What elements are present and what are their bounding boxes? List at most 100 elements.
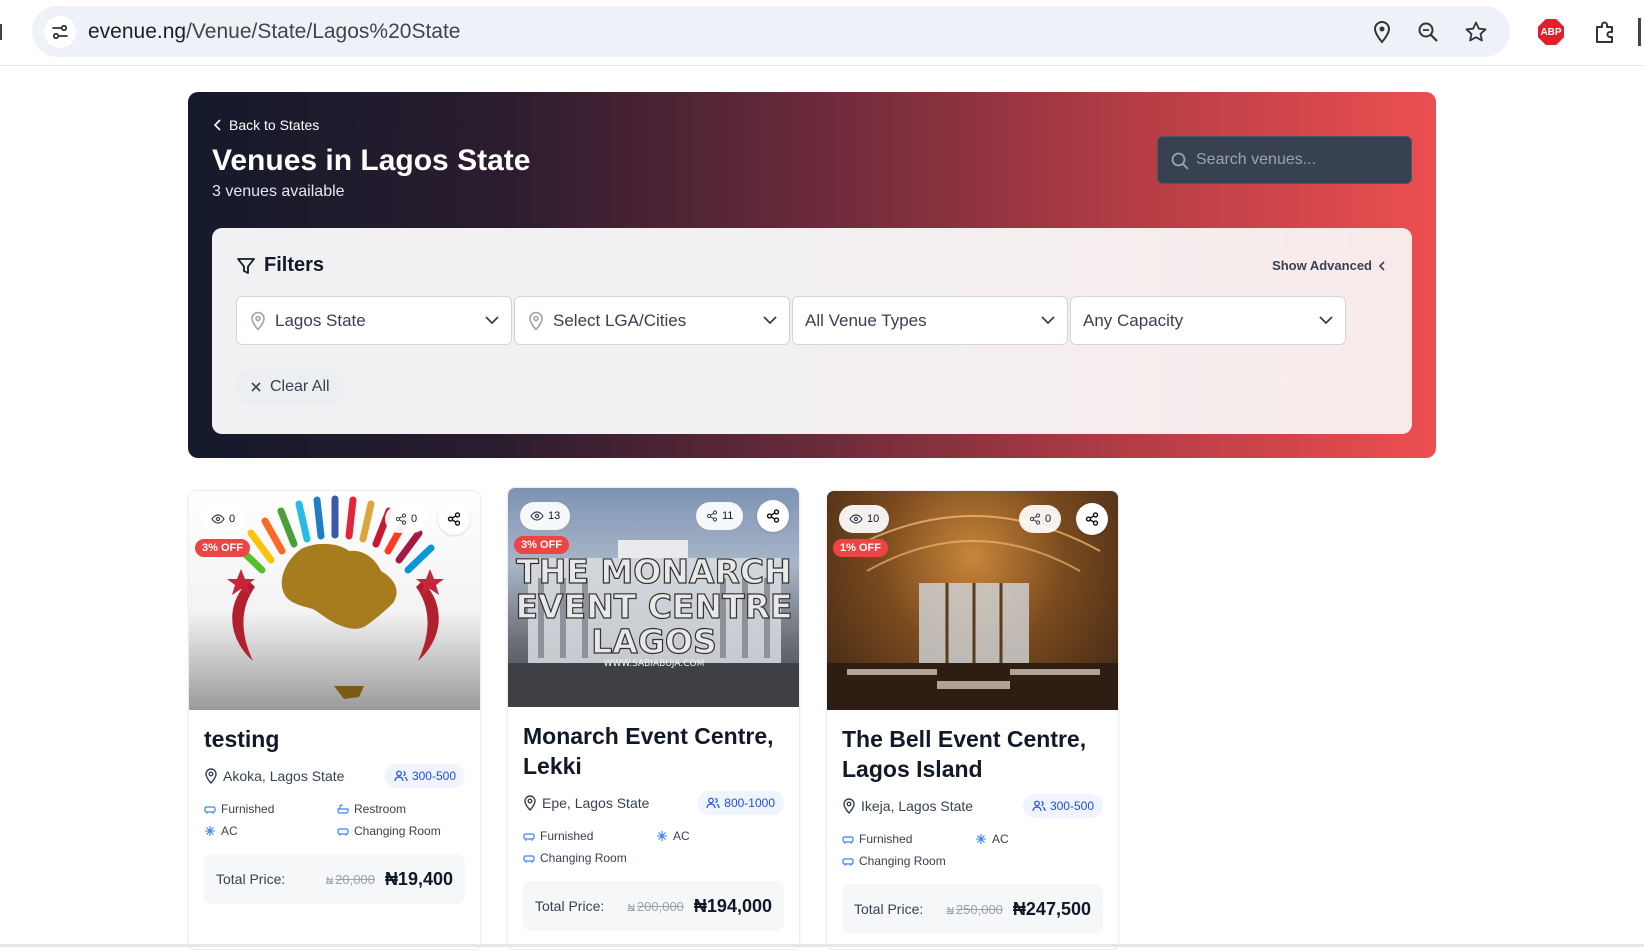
currency-symbol: ₦ — [627, 902, 635, 914]
views-count: 0 — [229, 513, 236, 525]
site-info-icon[interactable] — [44, 16, 76, 48]
venue-count: 3 venues available — [212, 183, 345, 200]
venue-card[interactable]: 0 0 3% OFF testing Akoka, Lagos State 30… — [188, 490, 481, 950]
zoom-icon[interactable] — [1414, 18, 1442, 46]
eye-icon — [849, 514, 863, 524]
window-edge — [1638, 18, 1644, 46]
venue-title[interactable]: The Bell Event Centre, Lagos Island — [842, 724, 1103, 784]
price-box: Total Price: ₦ 20,000 ₦19,400 — [204, 854, 465, 904]
views-count: 10 — [867, 513, 880, 525]
venue-image[interactable]: 10 0 1% OFF — [827, 491, 1118, 710]
amenity-item: Restroom — [337, 802, 470, 816]
shares-count: 0 — [1045, 513, 1052, 525]
shares-pill: 0 — [1019, 505, 1062, 533]
lga-select[interactable]: Select LGA/Cities — [514, 296, 790, 345]
eye-icon — [211, 514, 225, 524]
users-icon — [706, 797, 720, 809]
share-button[interactable] — [438, 503, 470, 535]
map-pin-icon — [527, 311, 545, 331]
views-count: 13 — [548, 510, 561, 522]
venue-type-select[interactable]: All Venue Types — [792, 296, 1068, 345]
venue-image[interactable]: THE MONARCH EVENT CENTRE LAGOS WWW.SABIA… — [508, 488, 799, 707]
shares-count: 11 — [722, 510, 734, 522]
old-price: ₦ 200,000 — [628, 899, 684, 914]
share-icon — [706, 510, 718, 522]
map-pin-icon — [249, 311, 267, 331]
currency-symbol: ₦ — [325, 875, 334, 887]
venue-card[interactable]: THE MONARCH EVENT CENTRE LAGOS WWW.SABIA… — [507, 487, 800, 950]
amenity-item: Changing Room — [523, 851, 656, 865]
views-pill: 10 — [839, 505, 890, 533]
amenity-label: Changing Room — [354, 824, 441, 838]
share-icon — [395, 513, 407, 525]
address-bar[interactable]: evenue.ng/Venue/State/Lagos%20State — [32, 6, 1510, 57]
adblock-label: ABP — [1538, 19, 1564, 45]
share-icon — [1029, 513, 1041, 525]
url-text[interactable]: evenue.ng/Venue/State/Lagos%20State — [88, 20, 460, 44]
filters-title: Filters — [264, 254, 325, 276]
shares-pill: 11 — [696, 502, 744, 530]
amenity-item: Changing Room — [337, 824, 470, 838]
venue-location: Akoka, Lagos State — [204, 768, 344, 784]
amenity-label: Furnished — [221, 802, 275, 816]
capacity-badge: 300-500 — [1022, 794, 1103, 818]
venue-title[interactable]: Monarch Event Centre, Lekki — [523, 721, 784, 781]
share-icon — [766, 509, 780, 523]
old-price-value: 20,000 — [335, 871, 375, 887]
adblock-icon[interactable]: ABP — [1536, 17, 1566, 47]
capacity-select[interactable]: Any Capacity — [1070, 296, 1346, 345]
venue-location: Ikeja, Lagos State — [842, 798, 973, 814]
image-caption-line: LAGOS — [591, 622, 716, 661]
share-icon — [447, 512, 461, 526]
show-advanced-toggle[interactable]: Show Advanced — [1272, 258, 1386, 273]
clear-all-button[interactable]: Clear All — [236, 368, 344, 406]
venue-title[interactable]: testing — [204, 724, 465, 754]
bookmark-star-icon[interactable] — [1462, 18, 1490, 46]
close-icon — [251, 382, 261, 392]
capacity-text: 800-1000 — [724, 796, 775, 810]
show-advanced-label: Show Advanced — [1272, 258, 1372, 273]
search-box[interactable] — [1157, 136, 1412, 184]
back-to-states-link[interactable]: Back to States — [213, 117, 319, 133]
sofa-icon — [842, 836, 854, 844]
browser-toolbar: evenue.ng/Venue/State/Lagos%20State ABP — [0, 0, 1644, 66]
snowflake-icon — [205, 826, 215, 836]
venue-location-text: Akoka, Lagos State — [223, 768, 345, 784]
amenities-list: Furnished AC Changing Room — [842, 832, 1103, 868]
venue-card[interactable]: 10 0 1% OFF The Bell Event Centre, Lagos… — [826, 490, 1119, 950]
users-icon — [1032, 800, 1046, 812]
amenity-item: Furnished — [523, 829, 656, 843]
share-button[interactable] — [1076, 503, 1108, 535]
search-icon — [1170, 151, 1190, 176]
venue-type-select-value: All Venue Types — [805, 310, 927, 330]
currency-symbol: ₦ — [946, 905, 954, 917]
location-icon[interactable] — [1368, 18, 1396, 46]
snowflake-icon — [657, 831, 667, 841]
amenity-item: AC — [656, 829, 789, 843]
sofa-icon — [842, 858, 854, 866]
sofa-icon — [523, 833, 535, 841]
views-pill: 0 — [201, 505, 246, 533]
capacity-text: 300-500 — [411, 769, 456, 783]
share-button[interactable] — [757, 500, 789, 532]
amenity-label: Furnished — [540, 829, 594, 843]
chevron-down-icon — [1319, 316, 1333, 325]
chevron-down-icon — [1041, 316, 1055, 325]
image-watermark: WWW.SABIABUJA.COM — [604, 659, 705, 669]
page-title: Venues in Lagos State — [212, 144, 531, 177]
image-caption-line: THE MONARCH — [516, 552, 791, 591]
state-select[interactable]: Lagos State — [236, 296, 512, 345]
sofa-icon — [337, 828, 349, 836]
capacity-text: 300-500 — [1049, 799, 1094, 813]
views-pill: 13 — [520, 502, 571, 530]
chevron-down-icon — [485, 316, 499, 325]
amenity-label: AC — [221, 824, 238, 838]
lga-select-value: Select LGA/Cities — [553, 310, 687, 330]
search-input[interactable] — [1196, 137, 1406, 183]
price-label: Total Price: — [854, 901, 924, 917]
venue-image[interactable]: 0 0 3% OFF — [189, 491, 480, 710]
venue-location: Epe, Lagos State — [523, 795, 649, 811]
amenity-label: Restroom — [354, 802, 407, 816]
amenity-item: Changing Room — [842, 854, 975, 868]
extensions-icon[interactable] — [1590, 17, 1620, 47]
